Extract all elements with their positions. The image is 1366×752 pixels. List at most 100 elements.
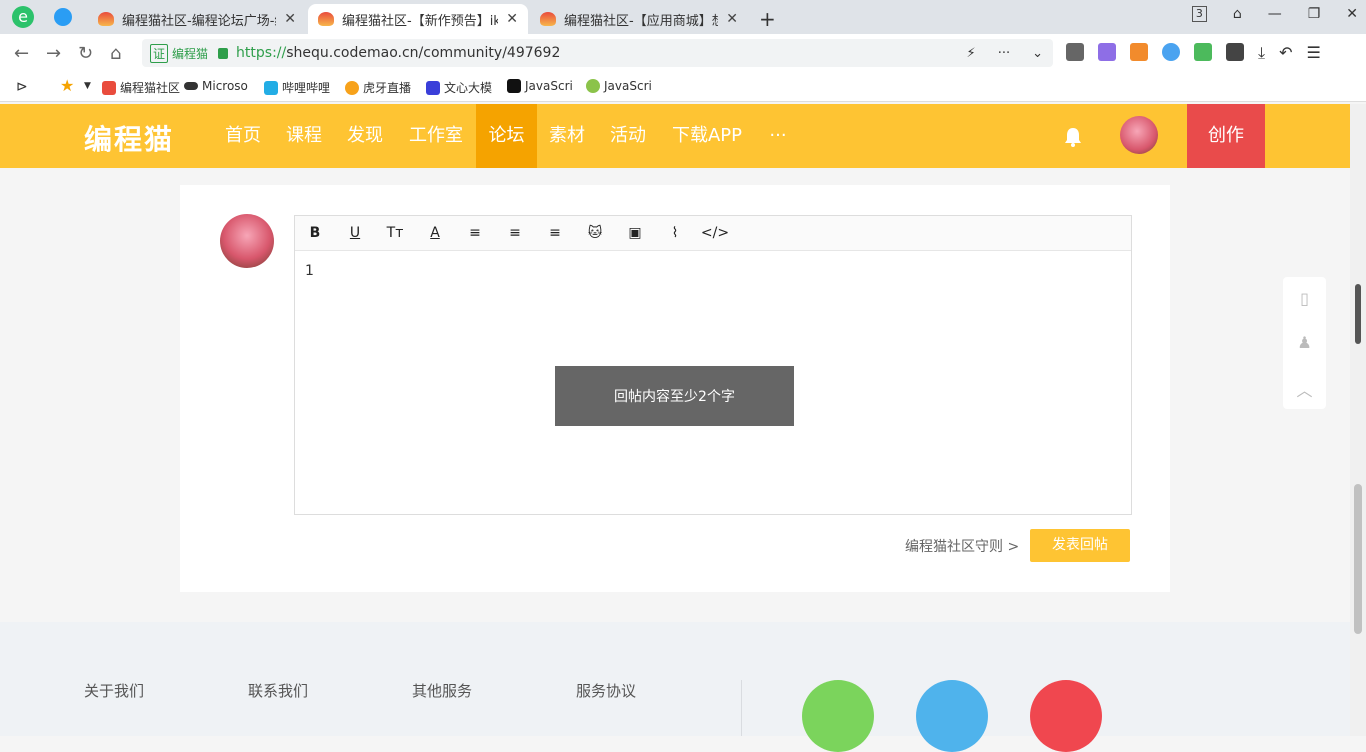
apps-icon[interactable] <box>1226 43 1244 61</box>
align-right-icon[interactable]: ≡ <box>547 225 563 241</box>
back-icon[interactable]: ← <box>14 43 29 64</box>
lightning-icon[interactable]: ⚡ <box>967 46 976 61</box>
address-bar[interactable]: 证 编程猫 https://shequ.codemao.cn/community… <box>142 39 1053 67</box>
menu-icon[interactable]: ☰ <box>1306 43 1320 62</box>
underline-icon[interactable]: U <box>347 225 363 241</box>
qq-icon[interactable]: ♟ <box>1295 333 1315 353</box>
nav-discover[interactable]: 发现 <box>338 104 392 168</box>
side-float-toolbar: ▯ ♟ ︿ <box>1283 277 1326 409</box>
bookmark-codemao[interactable]: 编程猫社区 <box>102 79 180 96</box>
mobile-icon[interactable]: ▯ <box>1295 289 1315 309</box>
bookmark-microsoft[interactable]: Microso <box>184 79 248 93</box>
tab-count-badge[interactable]: 3 <box>1191 6 1207 22</box>
site-logo[interactable]: 编程猫 <box>84 118 174 158</box>
download-icon[interactable]: ⤓ <box>1258 43 1265 62</box>
forward-icon[interactable]: → <box>46 43 61 64</box>
nav-materials[interactable]: 素材 <box>540 104 594 168</box>
footer-agreements[interactable]: 服务协议 <box>576 680 636 701</box>
grid-app-icon[interactable] <box>1194 43 1212 61</box>
gamepad-icon[interactable] <box>1130 43 1148 61</box>
minus-circle-icon[interactable] <box>1162 43 1180 61</box>
wenxin-icon <box>426 80 440 95</box>
browser-tab-strip: e 编程猫社区-编程论坛广场-编程 ✕ 编程猫社区-【新作预告】ikun ✕ 编… <box>0 0 1366 34</box>
more-dots-icon[interactable]: ··· <box>998 46 1010 61</box>
codemao-icon <box>102 80 116 95</box>
emoji-cat-icon[interactable]: 🐱 <box>587 225 603 241</box>
undo-icon[interactable]: ↶ <box>1279 43 1292 62</box>
huya-icon <box>345 80 359 95</box>
code-icon[interactable]: </> <box>701 225 729 241</box>
sidebar-toggle-icon[interactable]: ⊳ <box>16 79 28 95</box>
footer-contact[interactable]: 联系我们 <box>248 680 308 701</box>
back-to-top-icon[interactable]: ︿ <box>1295 377 1315 400</box>
avatar <box>220 214 274 268</box>
nav-studio[interactable]: 工作室 <box>400 104 472 168</box>
bold-icon[interactable]: B <box>307 225 323 241</box>
font-color-icon[interactable]: A <box>427 225 443 241</box>
close-tab-icon[interactable]: ✕ <box>284 11 296 27</box>
bookmark-bilibili[interactable]: 哔哩哔哩 <box>264 79 330 96</box>
nav-activities[interactable]: 活动 <box>601 104 655 168</box>
home-icon[interactable]: ⌂ <box>110 43 121 64</box>
codemao-favicon-icon <box>540 12 556 26</box>
footer-about[interactable]: 关于我们 <box>84 680 144 701</box>
create-button[interactable]: 创作 <box>1187 104 1265 168</box>
reload-icon[interactable]: ↻ <box>78 43 93 64</box>
footer-services[interactable]: 其他服务 <box>412 680 472 701</box>
tab-1[interactable]: 编程猫社区-编程论坛广场-编程 ✕ <box>88 4 306 34</box>
close-tab-icon[interactable]: ✕ <box>726 11 738 27</box>
font-size-icon[interactable]: Tт <box>387 225 404 241</box>
close-tab-icon[interactable]: ✕ <box>506 11 518 27</box>
nav-forum[interactable]: 论坛 <box>476 104 537 168</box>
tab-title: 编程猫社区-【新作预告】ikun <box>342 13 499 29</box>
browser-logo-icon[interactable]: e <box>10 5 36 29</box>
star-icon[interactable]: ★ <box>60 76 74 95</box>
shirt-icon[interactable]: ⌂ <box>1233 6 1242 22</box>
qq-social-icon[interactable] <box>916 680 988 752</box>
close-window-icon[interactable]: ✕ <box>1346 6 1358 22</box>
caret-down-icon[interactable]: ▼ <box>84 81 91 91</box>
bookmarks-bar: ⊳ ★ ▼ 编程猫社区 Microso 哔哩哔哩 虎牙直播 文心大模 JavaS… <box>0 72 1366 102</box>
tab-3[interactable]: 编程猫社区-【应用商城】想搞 ✕ <box>530 4 748 34</box>
nav-home[interactable]: 首页 <box>216 104 270 168</box>
align-center-icon[interactable]: ≡ <box>507 225 523 241</box>
url-text[interactable]: https://shequ.codemao.cn/community/49769… <box>236 45 560 61</box>
reply-editor: B U Tт A ≡ ≡ ≡ 🐱 ▣ ⌇ </> 1 <box>294 215 1132 515</box>
nav-download-app[interactable]: 下载APP <box>662 104 752 168</box>
nav-more[interactable]: ··· <box>760 104 796 168</box>
bookmark-javascript-2[interactable]: JavaScri <box>586 79 652 93</box>
new-tab-button[interactable]: + <box>759 7 776 31</box>
address-tools: ⚡ ··· ⌄ <box>967 46 1043 61</box>
certificate-badge[interactable]: 证 <box>150 43 169 63</box>
telegram-icon[interactable] <box>54 8 72 26</box>
editor-toolbar: B U Tт A ≡ ≡ ≡ 🐱 ▣ ⌇ </> <box>295 216 1131 251</box>
nav-courses[interactable]: 课程 <box>277 104 331 168</box>
attachment-icon[interactable]: ⌇ <box>667 225 683 241</box>
translate-icon[interactable] <box>1098 43 1116 61</box>
bookmark-huya[interactable]: 虎牙直播 <box>345 79 411 96</box>
chevron-down-icon[interactable]: ⌄ <box>1032 46 1043 61</box>
certificate-name: 编程猫 <box>172 46 209 61</box>
image-icon[interactable]: ▣ <box>627 225 643 241</box>
bell-icon[interactable] <box>1062 126 1084 148</box>
link-icon <box>184 82 198 90</box>
tab-2-active[interactable]: 编程猫社区-【新作预告】ikun ✕ <box>308 4 528 34</box>
codemao-favicon-icon <box>98 12 114 26</box>
validation-toast: 回帖内容至少2个字 <box>555 366 794 426</box>
scrollbar-thumb[interactable] <box>1354 484 1362 634</box>
weibo-icon[interactable] <box>1030 680 1102 752</box>
align-left-icon[interactable]: ≡ <box>467 225 483 241</box>
community-rules-link[interactable]: 编程猫社区守则 > <box>905 536 1019 556</box>
page-scrollbar[interactable] <box>1350 104 1366 736</box>
bookmark-wenxin[interactable]: 文心大模 <box>426 79 492 96</box>
reader-icon[interactable] <box>1066 43 1084 61</box>
restore-icon[interactable]: ❐ <box>1308 6 1321 22</box>
scroll-marker <box>1355 284 1361 344</box>
bookmark-javascript-1[interactable]: JavaScri <box>507 79 573 93</box>
wechat-icon[interactable] <box>802 680 874 752</box>
minimize-icon[interactable]: — <box>1268 6 1282 22</box>
user-avatar[interactable] <box>1120 116 1158 154</box>
submit-reply-button[interactable]: 发表回帖 <box>1030 529 1130 562</box>
browser-toolbar: ← → ↻ ⌂ 证 编程猫 https://shequ.codemao.cn/c… <box>0 34 1366 72</box>
svg-text:e: e <box>18 7 28 26</box>
